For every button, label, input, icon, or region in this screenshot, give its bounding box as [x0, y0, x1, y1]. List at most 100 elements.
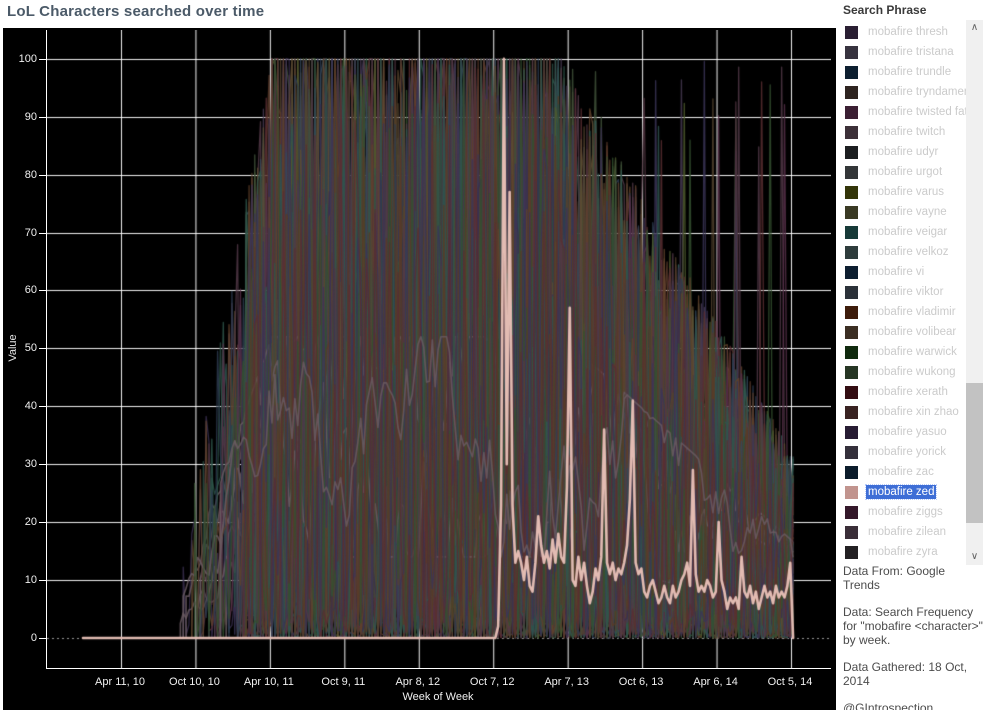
- y-tick-mark: [39, 406, 46, 408]
- legend-item-mobafire-tristana[interactable]: mobafire tristana: [843, 42, 965, 62]
- legend-swatch: [845, 105, 858, 119]
- y-tick-mark: [39, 348, 46, 350]
- legend: mobafire thresh mobafire tristana mobafire…: [843, 22, 974, 562]
- legend-item-mobafire-xin-zhao[interactable]: mobafire xin zhao: [843, 402, 965, 422]
- legend-item-mobafire-twitch[interactable]: mobafire twitch: [843, 122, 965, 142]
- scroll-up-icon[interactable]: ∧: [966, 20, 983, 36]
- legend-item-mobafire-urgot[interactable]: mobafire urgot: [843, 162, 965, 182]
- legend-item-mobafire-xerath[interactable]: mobafire xerath: [843, 382, 965, 402]
- legend-swatch: [845, 265, 858, 279]
- legend-item-mobafire-veigar[interactable]: mobafire veigar: [843, 222, 965, 242]
- legend-item-label: mobafire velkoz: [868, 246, 949, 258]
- legend-item-mobafire-yorick[interactable]: mobafire yorick: [843, 442, 965, 462]
- legend-swatch: [845, 485, 858, 499]
- legend-item-mobafire-wukong[interactable]: mobafire wukong: [843, 362, 965, 382]
- legend-swatch: [845, 165, 858, 179]
- y-tick-mark: [39, 116, 46, 118]
- legend-item-label: mobafire zyra: [868, 546, 938, 558]
- data-notes: Data From: Google Trends Data: Search Fr…: [843, 564, 983, 710]
- legend-item-mobafire-viktor[interactable]: mobafire viktor: [843, 282, 965, 302]
- legend-item-mobafire-varus[interactable]: mobafire varus: [843, 182, 965, 202]
- legend-item-label: mobafire veigar: [868, 226, 948, 238]
- legend-swatch: [845, 545, 858, 559]
- legend-item-label: mobafire vladimir: [868, 306, 956, 318]
- legend-swatch: [845, 505, 858, 519]
- legend-swatch: [845, 465, 858, 479]
- legend-swatch: [845, 185, 858, 199]
- x-tick-label: Oct 10, 10: [169, 676, 220, 688]
- legend-swatch: [845, 285, 858, 299]
- legend-item-mobafire-vladimir[interactable]: mobafire vladimir: [843, 302, 965, 322]
- legend-item-mobafire-zyra[interactable]: mobafire zyra: [843, 542, 965, 562]
- data-gathered-note: Data Gathered: 18 Oct, 2014: [843, 660, 968, 688]
- legend-swatch: [845, 45, 858, 59]
- legend-item-mobafire-volibear[interactable]: mobafire volibear: [843, 322, 965, 342]
- legend-item-label: mobafire yasuo: [868, 426, 947, 438]
- x-tick-label: Apr 10, 11: [243, 676, 294, 688]
- legend-item-mobafire-trundle[interactable]: mobafire trundle: [843, 62, 965, 82]
- y-tick-label: 80: [24, 168, 37, 181]
- legend-item-label: mobafire trundle: [868, 66, 952, 78]
- legend-item-label: mobafire zed: [864, 484, 938, 500]
- y-tick-label: 40: [24, 400, 37, 413]
- y-tick-label: 10: [24, 574, 37, 587]
- legend-item-mobafire-zac[interactable]: mobafire zac: [843, 462, 965, 482]
- page-title: LoL Characters searched over time: [7, 3, 265, 20]
- y-tick-label: 0: [30, 632, 37, 644]
- legend-swatch: [845, 65, 858, 79]
- x-tick-label: Oct 6, 13: [618, 676, 664, 688]
- legend-item-label: mobafire xin zhao: [868, 406, 959, 418]
- y-tick-mark: [39, 638, 46, 639]
- legend-item-label: mobafire tryndamere: [868, 86, 975, 98]
- legend-swatch: [845, 145, 858, 159]
- legend-item-label: mobafire warwick: [868, 346, 957, 358]
- tableau-dashboard: LoL Characters searched over time Value …: [0, 0, 990, 710]
- legend-item-mobafire-twisted-fate[interactable]: mobafire twisted fate: [843, 102, 974, 122]
- legend-item-mobafire-zed[interactable]: mobafire zed: [843, 482, 965, 502]
- legend-swatch: [845, 245, 858, 259]
- legend-item-mobafire-zilean[interactable]: mobafire zilean: [843, 522, 965, 542]
- legend-swatch: [845, 305, 858, 319]
- legend-item-label: mobafire zilean: [868, 526, 946, 538]
- legend-item-mobafire-warwick[interactable]: mobafire warwick: [843, 342, 965, 362]
- x-axis-title: Week of Week: [402, 691, 474, 703]
- legend-item-mobafire-tryndamere[interactable]: mobafire tryndamere: [843, 82, 974, 102]
- y-tick-label: 100: [18, 52, 37, 65]
- legend-item-mobafire-vayne[interactable]: mobafire vayne: [843, 202, 965, 222]
- x-tick-label: Oct 7, 12: [469, 676, 515, 688]
- legend-item-mobafire-vi[interactable]: mobafire vi: [843, 262, 965, 282]
- legend-swatch: [845, 405, 858, 419]
- x-tick-label: Apr 6, 14: [693, 676, 738, 688]
- legend-swatch: [845, 445, 858, 459]
- legend-item-label: mobafire urgot: [868, 166, 943, 178]
- legend-item-label: mobafire zac: [868, 466, 934, 478]
- legend-item-mobafire-velkoz[interactable]: mobafire velkoz: [843, 242, 965, 262]
- legend-item-mobafire-udyr[interactable]: mobafire udyr: [843, 142, 965, 162]
- scroll-down-icon[interactable]: ∨: [966, 549, 983, 565]
- chart-panel: Value 0 10 20 30 40 50 60 70 80 90 100 Apr 11, 10 O…: [3, 28, 836, 710]
- y-tick-mark: [39, 580, 46, 582]
- scrollbar-thumb[interactable]: [966, 383, 983, 523]
- legend-item-label: mobafire vi: [868, 266, 925, 278]
- data-description-note: Data: Search Frequency for "mobafire <ch…: [843, 605, 983, 647]
- legend-item-label: mobafire xerath: [868, 386, 948, 398]
- legend-item-label: mobafire twitch: [868, 126, 946, 138]
- y-tick-mark: [39, 290, 46, 292]
- y-tick-label: 70: [24, 226, 37, 239]
- legend-item-label: mobafire volibear: [868, 326, 957, 338]
- legend-swatch: [845, 525, 858, 539]
- legend-item-label: mobafire thresh: [868, 26, 948, 38]
- legend-item-mobafire-yasuo[interactable]: mobafire yasuo: [843, 422, 965, 442]
- legend-item-mobafire-thresh[interactable]: mobafire thresh: [843, 22, 965, 42]
- legend-scrollbar[interactable]: ∧ ∨: [966, 20, 983, 565]
- chart-canvas[interactable]: [46, 30, 831, 669]
- legend-swatch: [845, 125, 858, 139]
- y-tick-label: 20: [24, 516, 37, 529]
- y-tick-mark: [39, 174, 46, 176]
- legend-item-mobafire-ziggs[interactable]: mobafire ziggs: [843, 502, 965, 522]
- y-tick-label: 50: [24, 342, 37, 355]
- legend-item-label: mobafire wukong: [868, 366, 956, 378]
- y-tick-mark: [39, 464, 46, 466]
- legend-title: Search Phrase: [843, 3, 927, 17]
- legend-swatch: [845, 365, 858, 379]
